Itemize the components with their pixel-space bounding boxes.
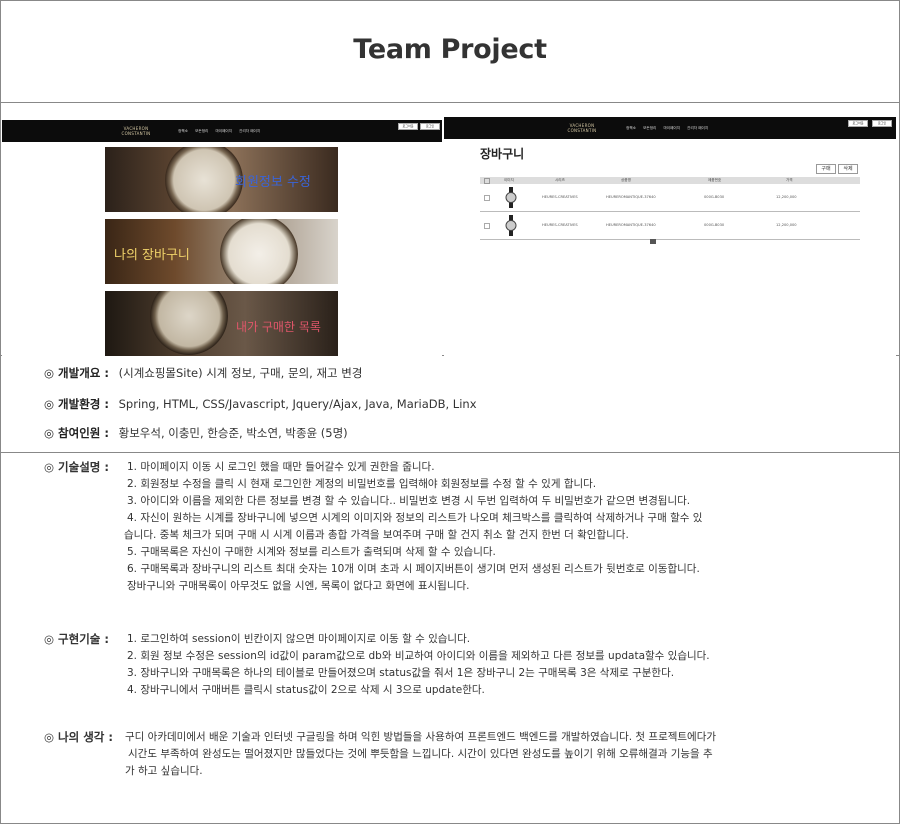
tech-line: 습니다. 중복 체크가 되며 구매 시 시계 이름과 총합 가격을 보여주며 구…: [124, 529, 629, 541]
thoughts-line: 가 하고 싶습니다.: [125, 765, 203, 777]
column-header: 이미지: [504, 178, 514, 182]
column-header: 상품명: [621, 178, 631, 182]
impl-line: 4. 장바구니에서 구매버튼 클릭시 status값이 2으로 삭제 시 3으로…: [127, 684, 485, 696]
series-cell: HEURES-CREATIVES: [542, 223, 578, 227]
tech-line: 장바구니와 구매목록이 아무것도 없을 시엔, 목록이 없다고 화면에 표시됩니…: [127, 580, 470, 592]
watch-thumbnail: [505, 187, 517, 208]
price-cell: 12,200,000: [776, 223, 797, 227]
banner-label: 내가 구매한 목록: [236, 320, 321, 334]
impl-description: 1. 로그인하여 session이 빈칸이지 않으면 마이페이지로 이동 할 수…: [127, 631, 807, 699]
thoughts-label: ◎ 나의 생각 :: [44, 730, 113, 744]
tech-line: 4. 자신이 원하는 시계를 장바구니에 넣으면 시계의 이미지와 정보의 리스…: [127, 512, 703, 524]
thoughts-line: 시간도 부족하여 완성도는 떨어졌지만 많들었다는 것에 뿌듯함을 느낍니다. …: [128, 748, 713, 760]
page-title: Team Project: [353, 34, 547, 65]
cart-screenshot: VACHERON CONSTANTIN 정책소 모든정리 마이페이지 관리자 페…: [444, 117, 896, 356]
tech-label: ◎ 기술설명 :: [44, 460, 109, 474]
nav-item[interactable]: 관리자 페이지: [239, 129, 260, 133]
watch-image: [220, 219, 298, 284]
banner-label: 나의 장바구니: [114, 248, 190, 263]
site-navbar: VACHERON CONSTANTIN 정책소 모든정리 마이페이지 관리자 페…: [2, 120, 442, 142]
mypage-screenshot: VACHERON CONSTANTIN 정책소 모든정리 마이페이지 관리자 페…: [2, 120, 442, 356]
thoughts-line: 구디 아카데미에서 배운 기술과 인터넷 구글링을 하며 익힌 방법들을 사용하…: [125, 731, 717, 743]
nav-item[interactable]: 정책소: [178, 129, 188, 133]
site-nav: 정책소 모든정리 마이페이지 관리자 페이지: [626, 126, 714, 131]
nav-item[interactable]: 모든정리: [643, 126, 656, 130]
environment-text: Spring, HTML, CSS/Javascript, Jquery/Aja…: [118, 397, 477, 411]
table-row: HEURES-CREATIVES HEUREROMANTIQUE-37640 0…: [480, 184, 860, 212]
overview-label: ◎ 개발개요 :: [44, 366, 109, 380]
overview-row: ◎ 개발개요 : (시계쇼핑몰Site) 시계 정보, 구매, 문의, 재고 변…: [44, 365, 362, 382]
impl-line: 3. 장바구니와 구매목록은 하나의 테이블로 만들어졌으며 status값을 …: [127, 667, 675, 679]
code-cell: 000G-B030: [704, 223, 725, 227]
nav-item[interactable]: 마이페이지: [215, 129, 232, 133]
column-header: 시리즈: [555, 178, 565, 182]
logout-button[interactable]: 로그아웃: [848, 120, 868, 127]
table-header: 이미지 시리즈 상품명 제품번호 가격: [480, 177, 860, 184]
nav-item[interactable]: 관리자 페이지: [687, 126, 708, 130]
banner-my-cart[interactable]: 나의 장바구니: [105, 219, 338, 284]
name-cell: HEUREROMANTIQUE-37640: [606, 195, 656, 199]
banner-edit-profile[interactable]: 회원정보 수정: [105, 147, 338, 212]
watch-image: [165, 147, 243, 212]
watch-thumbnail: [505, 215, 517, 236]
row-checkbox[interactable]: [484, 223, 490, 229]
code-cell: 000G-B030: [704, 195, 725, 199]
name-cell: HEUREROMANTIQUE-37640: [606, 223, 656, 227]
divider: [1, 452, 899, 453]
nav-item[interactable]: 마이페이지: [663, 126, 680, 130]
watch-image: [150, 291, 228, 355]
tech-line: 6. 구매목록과 장바구니의 리스트 최대 숫자는 10개 이며 초과 시 페이…: [127, 563, 700, 575]
nav-item[interactable]: 정책소: [626, 126, 636, 130]
site-nav: 정책소 모든정리 마이페이지 관리자 페이지: [178, 129, 266, 134]
environment-label: ◎ 개발환경 :: [44, 397, 109, 411]
cart-title: 장바구니: [480, 147, 525, 161]
nav-item[interactable]: 모든정리: [195, 129, 208, 133]
logout-button[interactable]: 로그아웃: [398, 123, 418, 130]
buy-button[interactable]: 구매: [816, 164, 836, 174]
members-text: 황보우석, 이충민, 한승준, 박소연, 박종윤 (5명): [118, 426, 348, 440]
login-button[interactable]: 로그인: [420, 123, 440, 130]
tech-line: 3. 아이디와 이름을 제외한 다른 정보를 변경 할 수 있습니다.. 비밀번…: [127, 495, 691, 507]
tech-description: 1. 마이페이지 이동 시 로그인 했을 때만 들어갈수 있게 권한을 줍니다.…: [124, 459, 814, 595]
login-button[interactable]: 로그인: [872, 120, 892, 127]
site-navbar: VACHERON CONSTANTIN 정책소 모든정리 마이페이지 관리자 페…: [444, 117, 896, 139]
members-row: ◎ 참여인원 : 황보우석, 이충민, 한승준, 박소연, 박종윤 (5명): [44, 425, 348, 442]
tech-line: 2. 회원정보 수정을 클릭 시 현재 로그인한 계정의 비밀번호를 입력해야 …: [127, 478, 597, 490]
banner-purchase-list[interactable]: 내가 구매한 목록: [105, 291, 338, 356]
overview-text: (시계쇼핑몰Site) 시계 정보, 구매, 문의, 재고 변경: [118, 366, 363, 380]
banner-label: 회원정보 수정: [235, 175, 311, 190]
series-cell: HEURES-CREATIVES: [542, 195, 578, 199]
column-header: 제품번호: [708, 178, 722, 182]
site-logo: VACHERON CONSTANTIN: [567, 123, 597, 133]
thoughts-description: 구디 아카데미에서 배운 기술과 인터넷 구글링을 하며 익힌 방법들을 사용하…: [125, 729, 805, 780]
site-logo: VACHERON CONSTANTIN: [121, 126, 151, 136]
delete-button[interactable]: 삭제: [838, 164, 858, 174]
tech-line: 1. 마이페이지 이동 시 로그인 했을 때만 들어갈수 있게 권한을 줍니다.: [127, 461, 435, 473]
members-label: ◎ 참여인원 :: [44, 426, 109, 440]
row-checkbox[interactable]: [484, 195, 490, 201]
tech-line: 5. 구매목록은 자신이 구매한 시계와 정보를 리스트가 출력되며 삭제 할 …: [127, 546, 496, 558]
environment-row: ◎ 개발환경 : Spring, HTML, CSS/Javascript, J…: [44, 396, 477, 413]
impl-line: 2. 회원 정보 수정은 session의 id값이 param값으로 db와 …: [127, 650, 710, 662]
divider: [1, 102, 899, 103]
impl-label: ◎ 구현기술 :: [44, 632, 109, 646]
table-row: HEURES-CREATIVES HEUREROMANTIQUE-37640 0…: [480, 212, 860, 240]
price-cell: 12,200,000: [776, 195, 797, 199]
column-header: 가격: [786, 178, 793, 182]
pagination-button[interactable]: [650, 239, 656, 244]
impl-line: 1. 로그인하여 session이 빈칸이지 않으면 마이페이지로 이동 할 수…: [127, 633, 471, 645]
